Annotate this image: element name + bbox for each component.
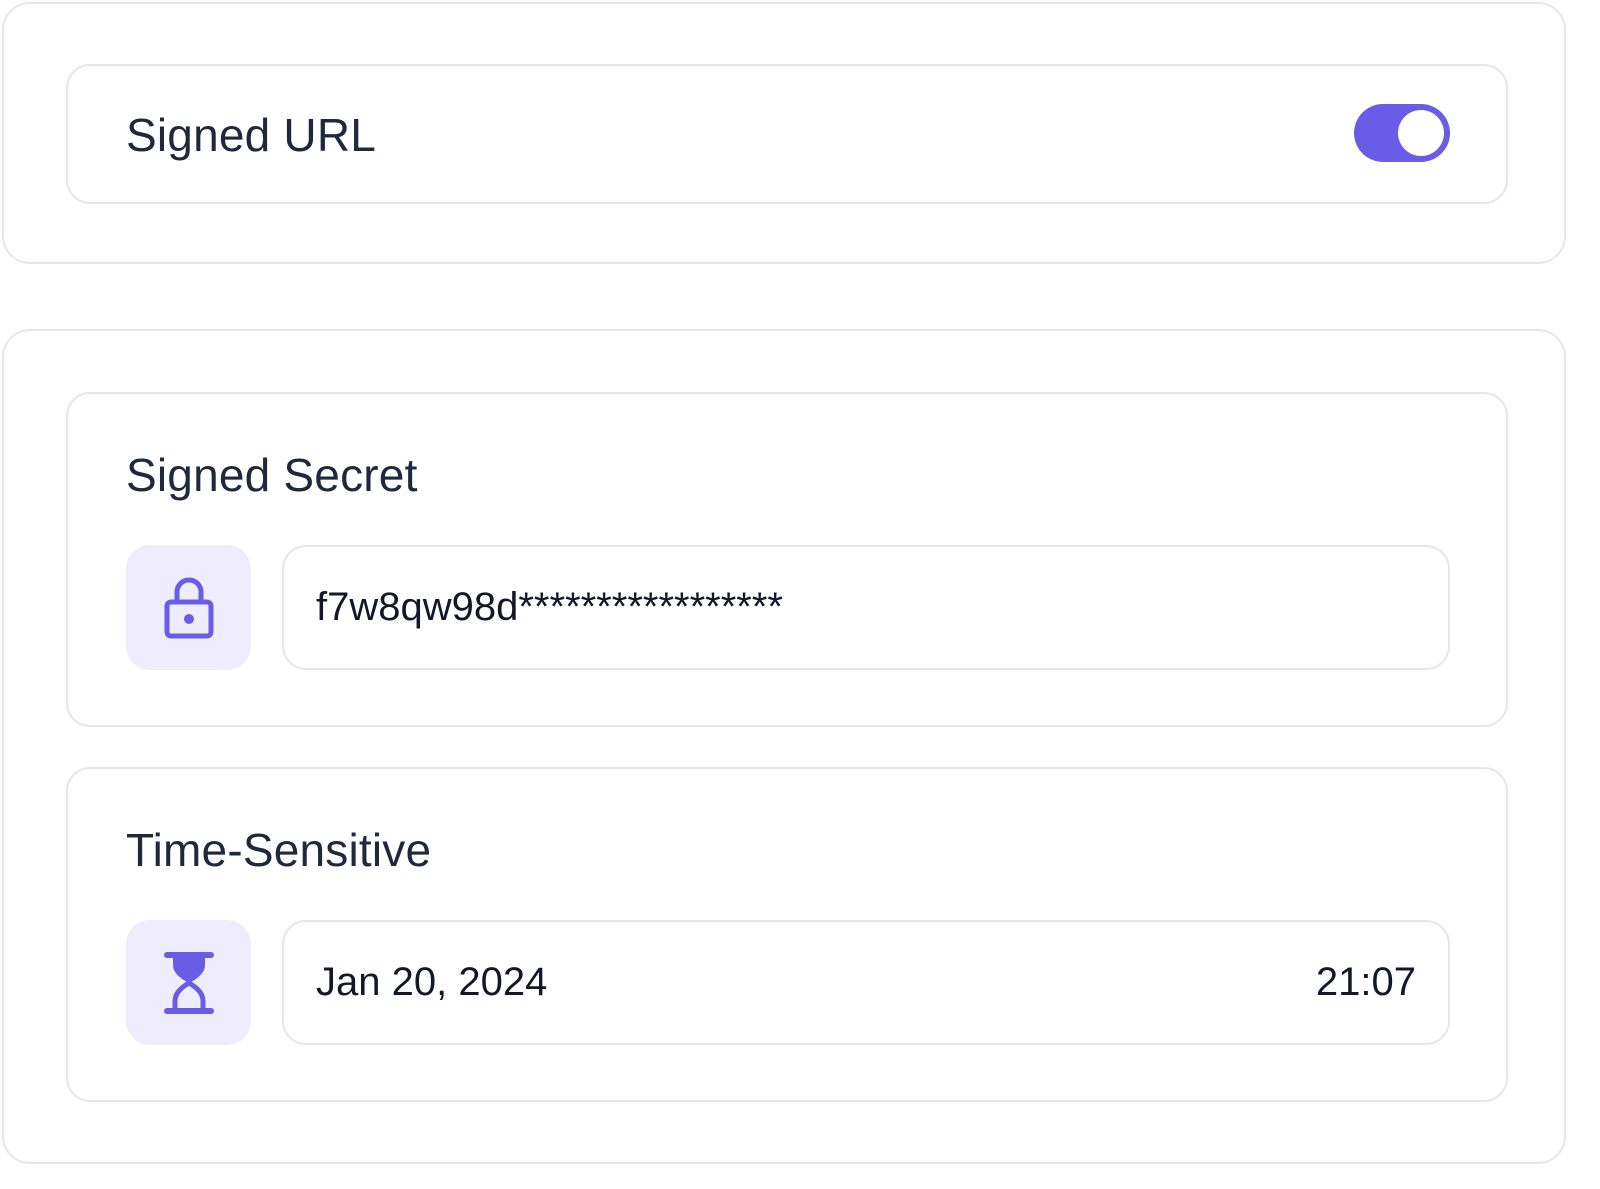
- toggle-knob: [1398, 110, 1444, 156]
- hourglass-icon: [163, 951, 214, 1014]
- signed-url-card: Signed URL: [2, 2, 1566, 264]
- signed-url-settings-card: Signed Secret f7w8qw98d*****************…: [2, 329, 1566, 1164]
- expiry-datetime-field[interactable]: Jan 20, 2024 21:07: [282, 920, 1450, 1045]
- time-sensitive-label: Time-Sensitive: [126, 824, 432, 876]
- signed-secret-section: Signed Secret f7w8qw98d*****************: [66, 392, 1508, 727]
- hourglass-icon-box: [126, 920, 251, 1045]
- lock-icon-box: [126, 545, 251, 670]
- signed-secret-label: Signed Secret: [126, 449, 418, 501]
- expiry-date[interactable]: Jan 20, 2024: [316, 960, 1316, 1005]
- lock-icon: [164, 577, 213, 638]
- time-sensitive-section: Time-Sensitive Jan 20, 2024 21:07: [66, 767, 1508, 1102]
- signed-url-toggle[interactable]: [1354, 104, 1450, 162]
- signed-secret-field[interactable]: f7w8qw98d*****************: [282, 545, 1450, 670]
- signed-url-row: Signed URL: [66, 64, 1508, 204]
- signed-secret-value: f7w8qw98d*****************: [316, 585, 783, 629]
- signed-url-label: Signed URL: [126, 109, 377, 161]
- expiry-time[interactable]: 21:07: [1316, 960, 1416, 1005]
